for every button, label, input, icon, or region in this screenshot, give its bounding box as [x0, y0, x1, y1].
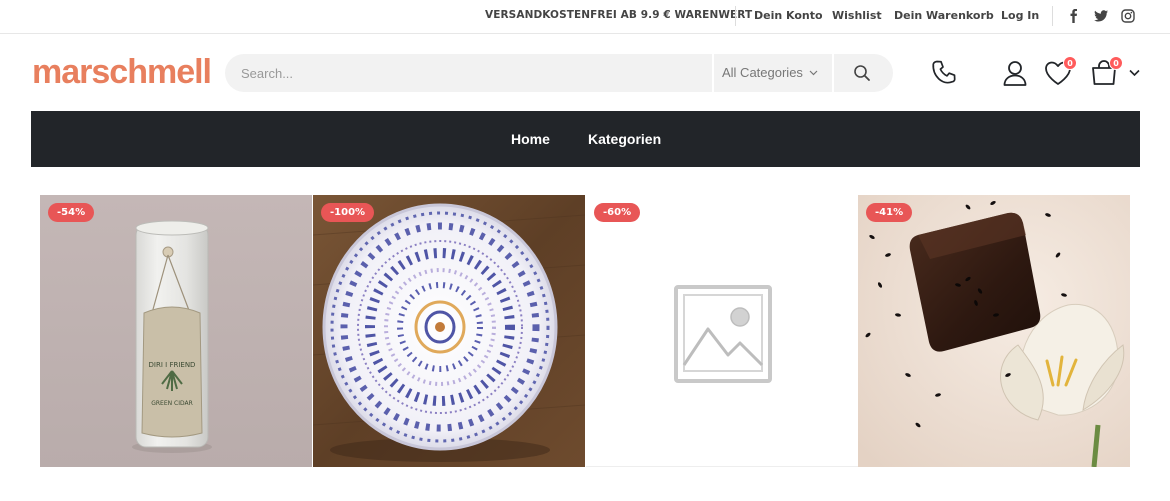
facebook-icon[interactable] — [1066, 8, 1082, 24]
divider — [1052, 6, 1053, 26]
sale-badge: -60% — [594, 203, 641, 222]
top-bar: VERSANDKOSTENFREI AB 9.9 € WARENWERT Dei… — [0, 0, 1170, 34]
product-image — [313, 195, 585, 467]
product-card[interactable]: -100% — [313, 195, 585, 467]
login-link[interactable]: Log In — [1001, 9, 1039, 22]
divider — [832, 54, 834, 92]
user-icon[interactable] — [1000, 58, 1030, 88]
wishlist-link[interactable]: Wishlist — [832, 9, 882, 22]
product-card[interactable]: DIRI I FRIEND GREEN CIDAR -54% — [40, 195, 312, 467]
sale-badge: -100% — [321, 203, 375, 222]
svg-text:GREEN CIDAR: GREEN CIDAR — [151, 400, 193, 407]
cart-count-badge: 0 — [1109, 56, 1123, 70]
twitter-icon[interactable] — [1093, 8, 1109, 24]
sale-badge: -41% — [866, 203, 913, 222]
account-link[interactable]: Dein Konto — [754, 9, 823, 22]
search-input[interactable] — [241, 63, 701, 83]
chevron-down-icon — [809, 70, 817, 76]
instagram-icon[interactable] — [1120, 8, 1136, 24]
nav-item-home[interactable]: Home — [511, 131, 550, 147]
chevron-down-icon[interactable] — [1129, 69, 1140, 77]
logo[interactable]: marschmell — [32, 52, 227, 94]
product-image: DIRI I FRIEND GREEN CIDAR — [40, 195, 312, 467]
search-bar: All Categories — [225, 54, 893, 92]
svg-text:DIRI I FRIEND: DIRI I FRIEND — [149, 361, 196, 369]
search-icon[interactable] — [853, 64, 871, 82]
category-select[interactable]: All Categories — [722, 65, 818, 80]
category-label: All Categories — [722, 65, 803, 80]
cart-link[interactable]: Dein Warenkorb — [894, 9, 994, 22]
product-card[interactable]: -41% — [858, 195, 1130, 467]
phone-icon[interactable] — [930, 58, 960, 88]
wishlist-count-badge: 0 — [1063, 56, 1077, 70]
image-placeholder-icon — [674, 285, 772, 383]
divider — [712, 54, 714, 92]
divider — [735, 6, 736, 26]
product-image — [858, 195, 1130, 467]
sale-badge: -54% — [48, 203, 95, 222]
product-card[interactable]: -60% — [586, 195, 858, 467]
main-nav: Home Kategorien — [31, 111, 1140, 167]
nav-item-kategorien[interactable]: Kategorien — [588, 131, 661, 147]
shipping-notice: VERSANDKOSTENFREI AB 9.9 € WARENWERT — [485, 9, 753, 21]
